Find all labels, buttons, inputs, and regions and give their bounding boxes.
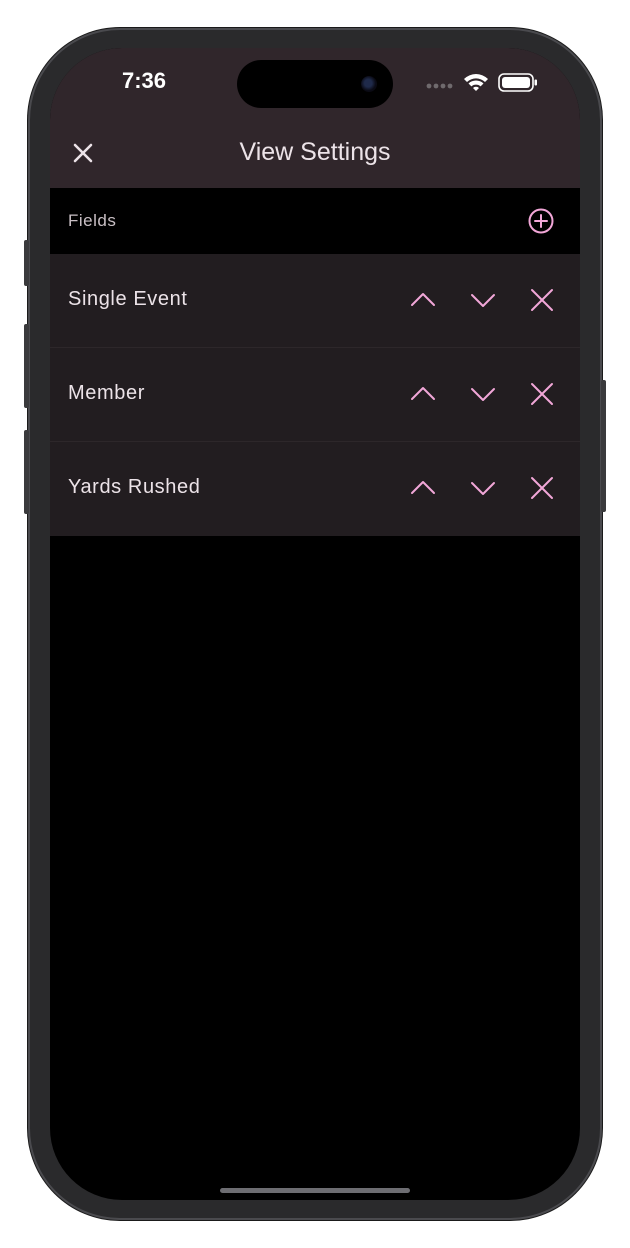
field-label: Yards Rushed [68,476,201,498]
close-icon [531,383,553,405]
field-row-member: Member [50,348,580,442]
chevron-down-icon [471,294,495,307]
field-label: Member [68,382,145,404]
field-label: Single Event [68,288,188,310]
remove-field-button[interactable] [525,283,559,317]
fields-section-label: Fields [68,211,117,230]
chevron-up-icon [411,293,435,306]
move-up-button[interactable] [406,377,440,411]
signal-dots-icon [426,83,453,89]
field-row-single-event: Single Event [50,254,580,348]
app-screen: 7:36 View Settings Fields Single Event M… [50,48,580,1200]
add-circle-icon [528,208,554,234]
wifi-icon [464,74,488,91]
dynamic-island [237,60,393,108]
move-down-button[interactable] [466,377,500,411]
home-indicator[interactable] [220,1188,410,1193]
chevron-up-icon [411,387,435,400]
close-icon [531,477,553,499]
close-icon [531,289,553,311]
move-down-button[interactable] [466,283,500,317]
volume-up-button [24,324,29,408]
move-up-button[interactable] [406,471,440,505]
power-button [601,380,606,512]
remove-field-button[interactable] [525,471,559,505]
page-title: View Settings [239,138,391,166]
chevron-down-icon [471,388,495,401]
camera-icon [361,76,377,92]
status-time: 7:36 [122,68,167,93]
action-button [24,240,29,286]
chevron-down-icon [471,482,495,495]
fields-list: Single Event Member Yards Rushed [50,254,580,536]
remove-field-button[interactable] [525,377,559,411]
chevron-up-icon [411,481,435,494]
move-down-button[interactable] [466,471,500,505]
status-icons [426,73,537,92]
add-field-button[interactable] [526,206,556,236]
field-row-yards-rushed: Yards Rushed [50,442,580,536]
volume-down-button [24,430,29,514]
fields-section-header: Fields [50,188,580,254]
app-header: 7:36 View Settings [50,48,580,188]
move-up-button[interactable] [406,283,440,317]
battery-icon [498,73,537,92]
